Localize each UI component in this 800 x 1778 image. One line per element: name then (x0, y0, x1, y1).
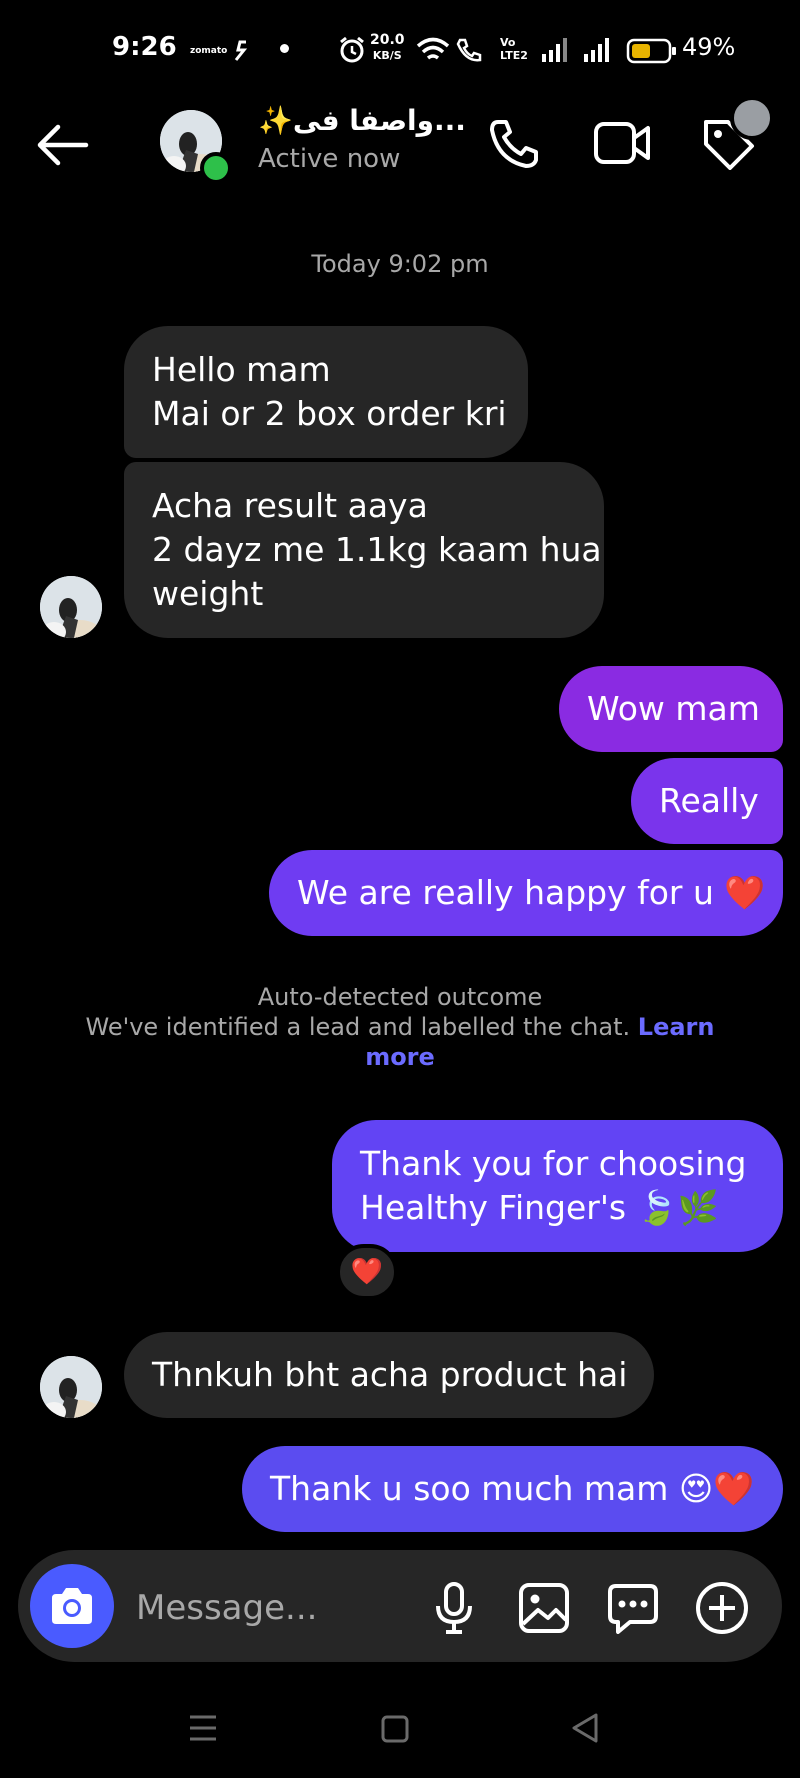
avatar-image (40, 576, 102, 638)
notice-body: We've identified a lead and labelled the… (85, 1013, 631, 1041)
sender-avatar[interactable] (40, 1356, 102, 1418)
tag-badge-dot (730, 96, 774, 140)
notification-dot-icon (280, 44, 289, 53)
outgoing-message[interactable]: We are really happy for u ❤️ (269, 850, 783, 936)
status-bar: 9:26 zomato 20.0 KB/S Vo LTE2 49% (0, 0, 800, 100)
alarm-icon (340, 36, 364, 63)
wifi-calling-icon (456, 38, 482, 62)
volte-label: Vo (500, 36, 516, 49)
avatar-image (40, 1356, 102, 1418)
zomato-notification-icon: zomato (190, 46, 228, 56)
auto-detected-notice: Auto-detected outcome We've identified a… (40, 982, 760, 1072)
signal-strength-icon-2 (584, 38, 609, 62)
incoming-message[interactable]: Thnkuh bht acha product hai (124, 1332, 654, 1418)
chat-timestamp: Today 9:02 pm (311, 250, 489, 278)
outgoing-message[interactable]: Thank u soo much mam 😍❤️ (242, 1446, 783, 1532)
message-text: Mai or 2 box order kri (152, 394, 507, 433)
contact-status: Active now (258, 144, 401, 174)
message-text: Really (659, 781, 759, 820)
microphone-icon[interactable] (432, 1582, 476, 1634)
network-speed: 20.0 KB/S (370, 33, 405, 63)
sender-avatar[interactable] (40, 576, 102, 638)
network-speed-value: 20.0 (370, 32, 405, 48)
online-status-dot (200, 152, 232, 184)
nav-menu-icon[interactable] (188, 1714, 218, 1742)
video-camera-icon[interactable] (592, 118, 652, 170)
message-text: weight (152, 574, 264, 613)
wifi-icon (416, 37, 450, 60)
message-text: Thnkuh bht acha product hai (152, 1355, 628, 1394)
message-reaction[interactable]: ❤️ (336, 1244, 398, 1300)
sticker-chat-icon[interactable] (606, 1582, 660, 1634)
lte-label: LTE2 (500, 49, 528, 62)
message-text: Healthy Finger's 🍃🌿 (360, 1188, 719, 1227)
outgoing-message[interactable]: Thank you for choosing Healthy Finger's … (332, 1120, 783, 1252)
nav-home-icon[interactable] (380, 1714, 410, 1744)
incoming-message[interactable]: Hello mam Mai or 2 box order kri (124, 326, 528, 458)
battery-icon (626, 38, 676, 64)
contact-name[interactable]: ✨واصفا فی... (258, 104, 466, 137)
phone-icon[interactable] (486, 116, 542, 172)
plus-circle-icon[interactable] (694, 1580, 750, 1636)
volte-indicator: Vo LTE2 (500, 36, 528, 62)
gallery-icon[interactable] (518, 1582, 570, 1634)
learn-more-link[interactable]: Learn (638, 1013, 715, 1041)
flipkart-notification-icon (234, 40, 248, 61)
network-speed-unit: KB/S (372, 49, 402, 62)
message-text: Wow mam (587, 689, 760, 728)
chat-header: ✨واصفا فی... Active now (0, 96, 800, 200)
incoming-message[interactable]: Acha result aaya 2 dayz me 1.1kg kaam hu… (124, 462, 604, 638)
outgoing-message[interactable]: Wow mam (559, 666, 783, 752)
message-text: 2 dayz me 1.1kg kaam hua (152, 530, 602, 569)
message-text: We are really happy for u ❤️ (297, 873, 766, 912)
message-text: Thank you for choosing (360, 1144, 747, 1183)
outgoing-message[interactable]: Really (631, 758, 783, 844)
learn-more-link[interactable]: more (365, 1043, 435, 1071)
camera-button[interactable] (30, 1564, 114, 1648)
status-time: 9:26 (112, 32, 177, 62)
message-input[interactable] (134, 1580, 428, 1636)
back-arrow-icon[interactable] (34, 122, 90, 168)
message-text: Acha result aaya (152, 486, 428, 525)
notice-title: Auto-detected outcome (257, 983, 543, 1011)
message-text: Thank u soo much mam 😍❤️ (270, 1469, 755, 1508)
battery-percent: 49% (682, 33, 736, 61)
notice-body-line: We've identified a lead and labelled the… (40, 1012, 760, 1042)
message-text: Hello mam (152, 350, 331, 389)
signal-strength-icon-1 (542, 38, 567, 62)
camera-icon (52, 1588, 92, 1624)
nav-back-icon[interactable] (570, 1712, 600, 1744)
